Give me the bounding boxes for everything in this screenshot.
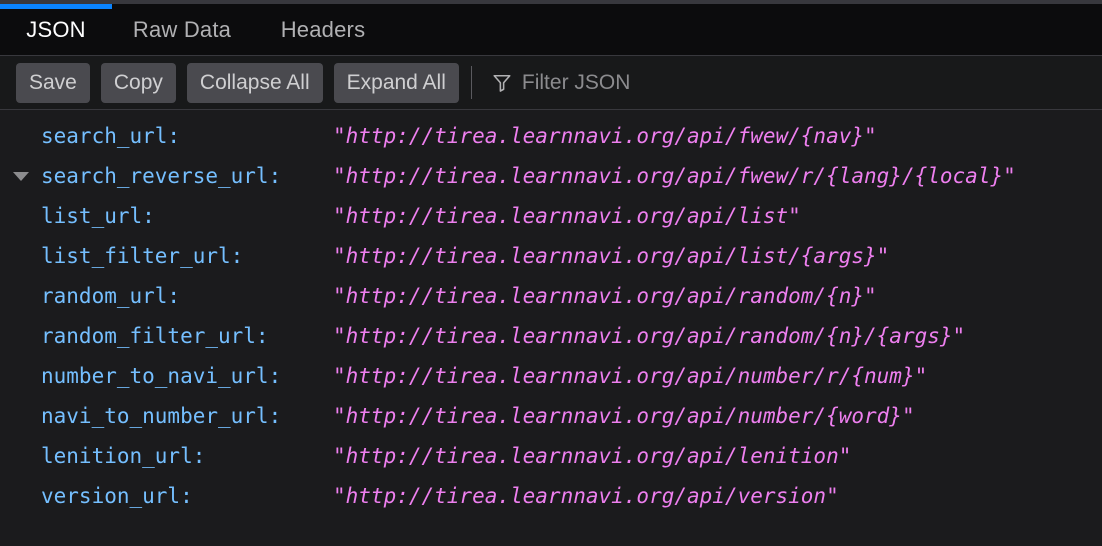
toolbar-separator (470, 66, 472, 99)
json-value: "http://tirea.learnnavi.org/api/random/{… (333, 324, 966, 348)
json-key: lenition_url: (41, 444, 206, 468)
collapse-all-button[interactable]: Collapse All (186, 62, 323, 103)
tab-raw-data-label: Raw Data (132, 16, 232, 42)
tab-raw-data[interactable]: Raw Data (112, 4, 252, 55)
json-row-twisty-slot (0, 276, 41, 316)
json-key: search_reverse_url: (41, 164, 282, 188)
json-key: list_url: (41, 204, 155, 228)
json-row-twisty-slot (0, 396, 41, 436)
json-value: "http://tirea.learnnavi.org/api/list" (333, 204, 801, 228)
json-row[interactable]: random_filter_url: "http://tirea.learnnav… (0, 316, 1102, 356)
json-value: "http://tirea.learnnavi.org/api/list/{ar… (333, 244, 890, 268)
json-key: random_url: (41, 284, 181, 308)
json-value: "http://tirea.learnnavi.org/api/lenition… (333, 444, 852, 468)
json-value: "http://tirea.learnnavi.org/api/version" (333, 484, 839, 508)
json-row-twisty-slot (0, 436, 41, 476)
json-content-list[interactable]: search_url: "http://tirea.learnnavi.org/a… (0, 110, 1102, 546)
tab-headers-label: Headers (280, 16, 366, 42)
json-value: "http://tirea.learnnavi.org/api/number/{… (333, 404, 915, 428)
json-viewer-panel: JSON Raw Data Headers Save Copy Collapse… (0, 0, 1102, 546)
chevron-down-icon[interactable] (12, 171, 29, 181)
json-key: list_filter_url: (41, 244, 244, 268)
tab-json-label: JSON (26, 16, 86, 42)
tab-json[interactable]: JSON (0, 4, 112, 55)
json-value: "http://tirea.learnnavi.org/api/number/r… (333, 364, 928, 388)
json-row[interactable]: number_to_navi_url: "http://tirea.learnna… (0, 356, 1102, 396)
json-row[interactable]: lenition_url: "http://tirea.learnnavi.org… (0, 436, 1102, 476)
save-button[interactable]: Save (16, 62, 90, 103)
json-row[interactable]: list_filter_url: "http://tirea.learnnavi.… (0, 236, 1102, 276)
json-row[interactable]: random_url: "http://tirea.learnnavi.org/a… (0, 276, 1102, 316)
json-row[interactable]: search_url: "http://tirea.learnnavi.org/a… (0, 116, 1102, 156)
json-key: navi_to_number_url: (41, 404, 282, 428)
json-value: "http://tirea.learnnavi.org/api/fwew/r/{… (333, 164, 1016, 188)
json-row[interactable]: navi_to_number_url: "http://tirea.learnna… (0, 396, 1102, 436)
expand-all-button[interactable]: Expand All (333, 62, 459, 103)
json-key: version_url: (41, 484, 193, 508)
json-row[interactable]: search_reverse_url: "http://tirea.learnna… (0, 156, 1102, 196)
tab-bar: JSON Raw Data Headers (0, 4, 1102, 55)
json-value: "http://tirea.learnnavi.org/api/random/{… (333, 284, 877, 308)
filter-funnel-icon (493, 74, 511, 92)
active-tab-indicator (0, 4, 112, 9)
json-row[interactable]: list_url: "http://tirea.learnnavi.org/api… (0, 196, 1102, 236)
filter-json-container (492, 62, 1102, 103)
copy-button[interactable]: Copy (100, 62, 176, 103)
json-row-twisty-slot (0, 116, 41, 156)
json-row-twisty-slot (0, 476, 41, 516)
filter-json-input[interactable] (521, 62, 1102, 103)
json-row-twisty-slot (0, 196, 41, 236)
json-row-twisty-slot (0, 236, 41, 276)
json-row-twisty-slot (0, 356, 41, 396)
json-toolbar: Save Copy Collapse All Expand All (0, 55, 1102, 110)
json-key: random_filter_url: (41, 324, 269, 348)
json-row-twisty-slot[interactable] (0, 156, 41, 196)
json-row-twisty-slot (0, 316, 41, 356)
json-value: "http://tirea.learnnavi.org/api/fwew/{na… (333, 124, 877, 148)
json-key: search_url: (41, 124, 181, 148)
tab-headers[interactable]: Headers (252, 4, 394, 55)
json-row[interactable]: version_url: "http://tirea.learnnavi.org/… (0, 476, 1102, 516)
json-key: number_to_navi_url: (41, 364, 282, 388)
